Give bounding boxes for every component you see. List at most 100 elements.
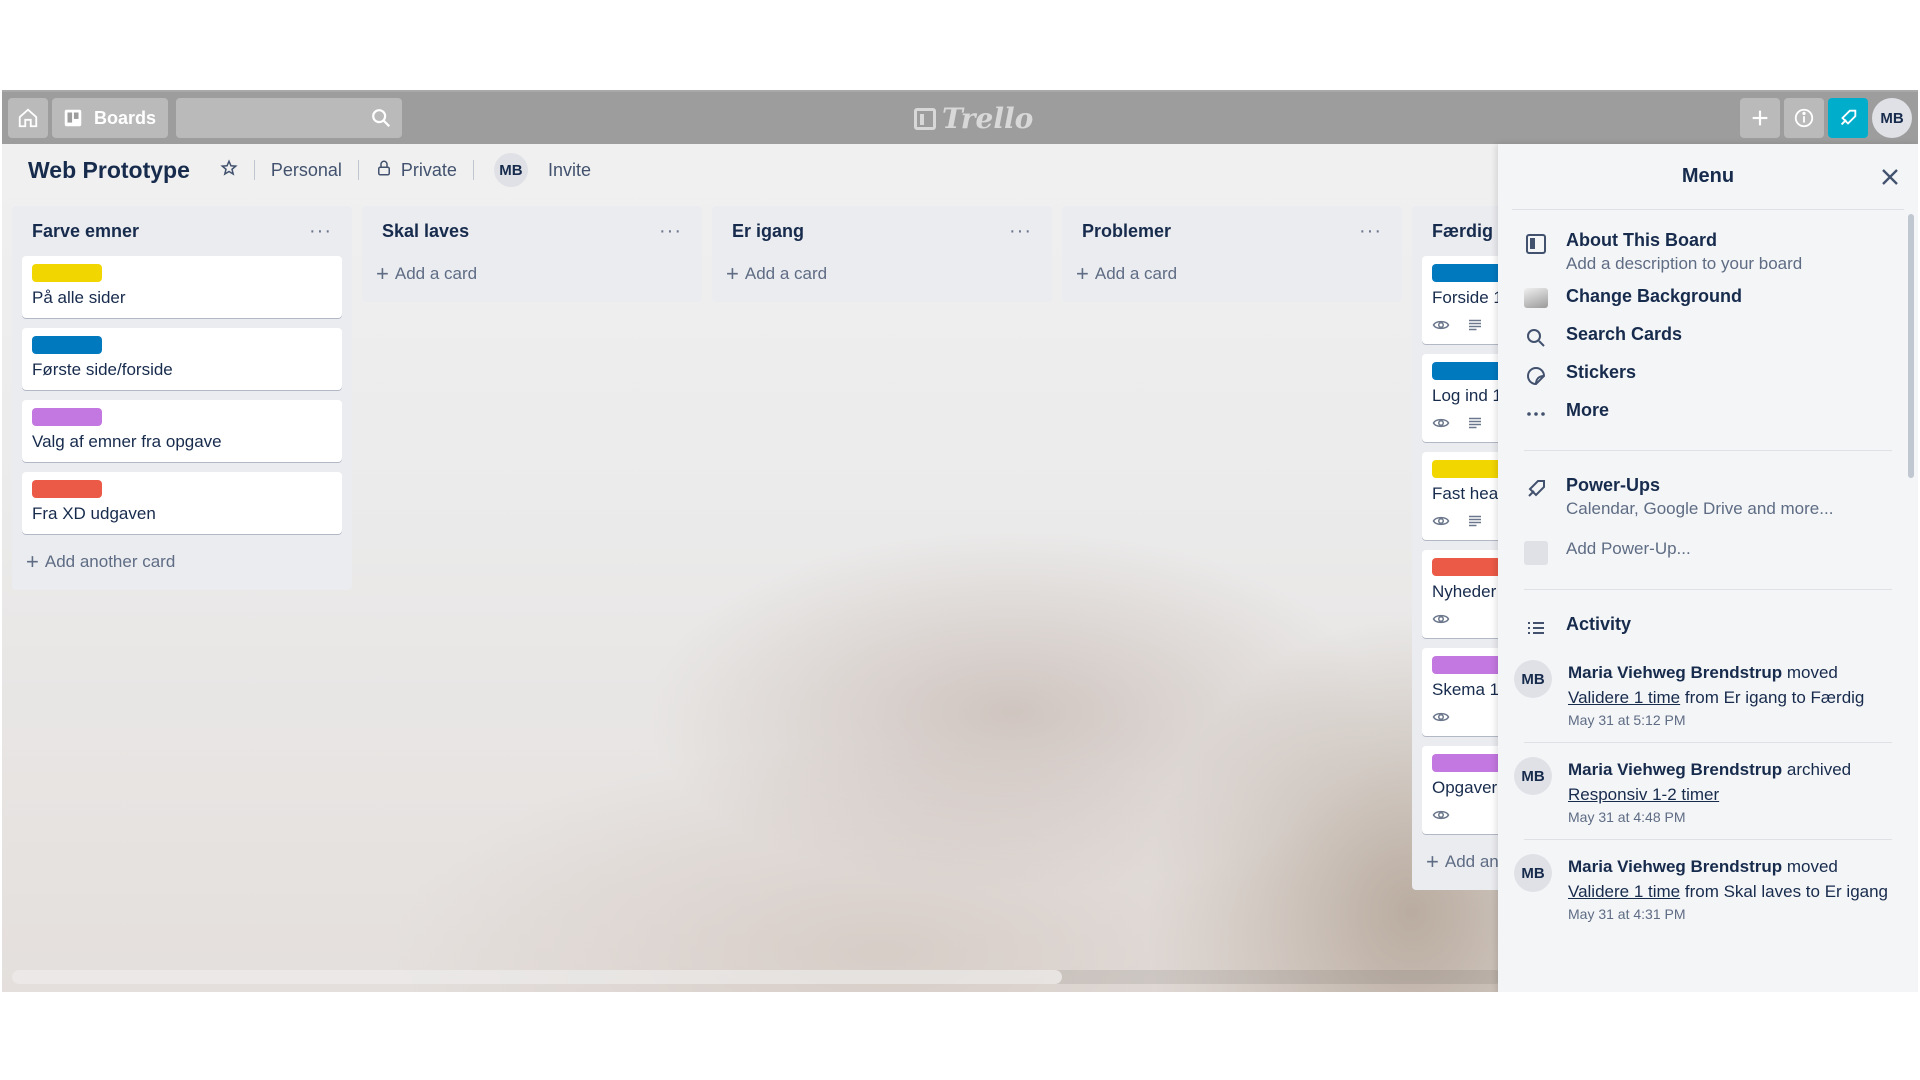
avatar[interactable]: MB — [1514, 757, 1552, 795]
card[interactable]: Skema 1 — [1422, 648, 1502, 736]
search-icon[interactable] — [370, 107, 392, 129]
list-skal-laves[interactable]: Skal laves ··· + Add a card — [362, 206, 702, 302]
card-label[interactable] — [32, 336, 102, 354]
home-icon — [18, 108, 38, 128]
list-menu-icon[interactable]: ··· — [659, 220, 682, 243]
list-menu-icon[interactable]: ··· — [1359, 220, 1382, 243]
scrollbar-thumb[interactable] — [12, 970, 1062, 984]
plus-icon — [1752, 110, 1768, 126]
trello-logo[interactable]: Trello — [914, 102, 1033, 135]
avatar[interactable]: MB — [1514, 854, 1552, 892]
board-header: Web Prototype Personal Private MB Invite — [2, 144, 591, 196]
list-faerdig[interactable]: Færdig ··· Forside 1 Log ind 1 — [1412, 206, 1502, 890]
search-box[interactable] — [176, 98, 403, 138]
activity-entry: MB Maria Viehweg Brendstrup moved Valide… — [1514, 840, 1892, 936]
avatar[interactable]: MB — [1514, 660, 1552, 698]
boards-button[interactable]: Boards — [52, 98, 169, 138]
list-title[interactable]: Skal laves — [382, 221, 469, 242]
card-label[interactable] — [32, 408, 102, 426]
user-avatar[interactable]: MB — [1872, 98, 1912, 138]
card[interactable]: Fast header — [1422, 452, 1502, 540]
about-board-subtitle[interactable]: Add a description to your board — [1566, 254, 1802, 274]
add-card-button[interactable]: + Add another card — [22, 544, 342, 580]
member-avatar[interactable]: MB — [493, 153, 528, 187]
card-title: På alle sider — [32, 288, 126, 307]
list-menu-icon[interactable]: ··· — [1009, 220, 1032, 243]
board-canvas: Farve emner ··· På alle sider Første sid… — [12, 206, 1502, 906]
star-icon — [220, 158, 238, 176]
home-button[interactable] — [8, 98, 48, 138]
add-card-button[interactable]: + Add a card — [1072, 256, 1392, 292]
add-card-button[interactable]: + Add another card — [1422, 844, 1502, 880]
card[interactable]: Nyheder — [1422, 550, 1502, 638]
add-card-button[interactable]: + Add a card — [722, 256, 1042, 292]
power-ups-item[interactable]: Power-Ups Calendar, Google Drive and mor… — [1524, 469, 1904, 525]
card-label[interactable] — [1432, 656, 1502, 674]
card-label[interactable] — [32, 264, 102, 282]
activity-time[interactable]: May 31 at 4:31 PM — [1568, 906, 1892, 922]
card-label[interactable] — [1432, 754, 1502, 772]
list-title[interactable]: Farve emner — [32, 221, 139, 242]
search-input[interactable] — [176, 98, 403, 138]
list-header: Problemer ··· — [1072, 206, 1392, 256]
card-label[interactable] — [1432, 460, 1502, 478]
horizontal-scrollbar[interactable] — [12, 970, 1502, 984]
about-board-item[interactable]: About This Board Add a description to yo… — [1524, 224, 1904, 280]
card[interactable]: Valg af emner fra opgave — [22, 400, 342, 462]
card[interactable]: Opgaver — [1422, 746, 1502, 834]
list-title[interactable]: Problemer — [1082, 221, 1171, 242]
card-label[interactable] — [32, 480, 102, 498]
card-badges — [1432, 512, 1502, 530]
card[interactable]: Forside 1 — [1422, 256, 1502, 344]
notifications-button[interactable] — [1828, 98, 1868, 138]
info-button[interactable] — [1784, 98, 1824, 138]
activity-user[interactable]: Maria Viehweg Brendstrup — [1568, 760, 1782, 779]
search-cards-item[interactable]: Search Cards — [1524, 318, 1904, 356]
visibility-button[interactable]: Private — [375, 159, 457, 182]
team-button[interactable]: Personal — [271, 160, 342, 181]
activity-list-icon — [1524, 616, 1548, 640]
star-button[interactable] — [220, 158, 238, 182]
eye-icon — [1432, 614, 1450, 624]
more-item[interactable]: More — [1524, 394, 1904, 432]
activity-card-link[interactable]: Responsiv 1-2 timer — [1568, 785, 1719, 804]
activity-card-link[interactable]: Validere 1 time — [1568, 882, 1680, 901]
header-divider — [357, 160, 359, 180]
list-problemer[interactable]: Problemer ··· + Add a card — [1062, 206, 1402, 302]
header-divider — [472, 160, 474, 180]
invite-button[interactable]: Invite — [548, 160, 591, 181]
vertical-scrollbar[interactable] — [1908, 214, 1914, 478]
card-label[interactable] — [1432, 362, 1502, 380]
activity-card-link[interactable]: Validere 1 time — [1568, 688, 1680, 707]
activity-time[interactable]: May 31 at 5:12 PM — [1568, 712, 1892, 728]
activity-user[interactable]: Maria Viehweg Brendstrup — [1568, 857, 1782, 876]
card[interactable]: På alle sider — [22, 256, 342, 318]
activity-rest: from Skal laves to Er igang — [1680, 882, 1889, 901]
card-label[interactable] — [1432, 264, 1502, 282]
power-ups-subtitle: Calendar, Google Drive and more... — [1566, 499, 1834, 518]
change-background-item[interactable]: Change Background — [1524, 280, 1904, 318]
list-title[interactable]: Er igang — [732, 221, 804, 242]
plus-icon: + — [1076, 261, 1089, 286]
board-title[interactable]: Web Prototype — [28, 157, 190, 184]
card-title: Opgaver — [1432, 778, 1498, 797]
activity-user[interactable]: Maria Viehweg Brendstrup — [1568, 663, 1782, 682]
stickers-item[interactable]: Stickers — [1524, 356, 1904, 394]
more-label: More — [1566, 400, 1610, 420]
list-farve-emner[interactable]: Farve emner ··· På alle sider Første sid… — [12, 206, 352, 590]
eye-icon — [1432, 320, 1450, 330]
description-icon — [1469, 515, 1481, 527]
close-icon[interactable] — [1876, 163, 1904, 191]
card-label[interactable] — [1432, 558, 1502, 576]
card[interactable]: Fra XD udgaven — [22, 472, 342, 534]
activity-time[interactable]: May 31 at 4:48 PM — [1568, 809, 1892, 825]
add-power-up-item[interactable]: Add Power-Up... — [1524, 533, 1904, 571]
card[interactable]: Første side/forside — [22, 328, 342, 390]
create-button[interactable] — [1740, 98, 1780, 138]
list-title[interactable]: Færdig — [1432, 221, 1493, 242]
card[interactable]: Log ind 1 — [1422, 354, 1502, 442]
list-menu-icon[interactable]: ··· — [309, 220, 332, 243]
card-title: Fast header — [1432, 484, 1502, 503]
list-er-igang[interactable]: Er igang ··· + Add a card — [712, 206, 1052, 302]
add-card-button[interactable]: + Add a card — [372, 256, 692, 292]
